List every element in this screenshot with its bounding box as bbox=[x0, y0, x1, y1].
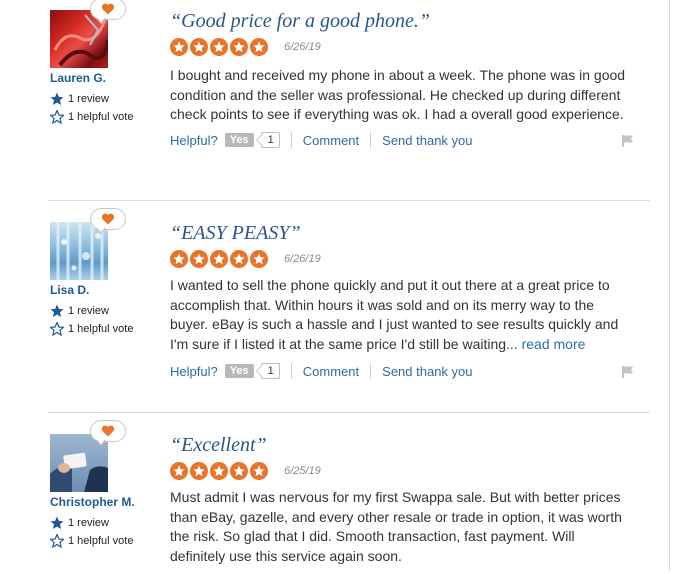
star-icon bbox=[50, 516, 64, 529]
helpful-vote-label: 1 helpful vote bbox=[68, 534, 134, 547]
helpful-yes-button[interactable]: Yes bbox=[224, 133, 254, 147]
heart-icon bbox=[101, 3, 115, 15]
rating-star-icon bbox=[230, 462, 248, 480]
rating-star-icon bbox=[210, 38, 228, 56]
rating-star-icon bbox=[250, 462, 268, 480]
review-count-label: 1 review bbox=[68, 516, 109, 529]
review-count: 1 review bbox=[50, 304, 109, 318]
review-count-label: 1 review bbox=[68, 304, 109, 317]
helpful-vote-label: 1 helpful vote bbox=[68, 322, 134, 335]
review-card: Christopher M. 1 review 1 helpful vote “… bbox=[0, 420, 660, 574]
rating-star-icon bbox=[250, 250, 268, 268]
helpful-vote-count: 1 helpful vote bbox=[48, 108, 134, 125]
divider bbox=[290, 363, 292, 379]
review-date: 6/26/19 bbox=[284, 41, 321, 53]
star-rating bbox=[170, 462, 270, 480]
review-body-text: Must admit I was nervous for my first Sw… bbox=[170, 489, 622, 564]
rating-star-icon bbox=[210, 250, 228, 268]
flag-icon[interactable] bbox=[621, 365, 635, 379]
reviewer-name[interactable]: Lauren G. bbox=[50, 71, 106, 85]
heart-icon bbox=[101, 213, 115, 225]
review-card: Lauren G. 1 review 1 helpful vote “Good … bbox=[0, 0, 660, 190]
helpful-vote-label: 1 helpful vote bbox=[68, 110, 134, 123]
bubble-tail bbox=[97, 17, 105, 22]
comment-link[interactable]: Comment bbox=[303, 133, 359, 148]
review-title: “Good price for a good phone.” bbox=[170, 10, 430, 32]
rating-star-icon bbox=[170, 250, 188, 268]
divider bbox=[370, 363, 372, 379]
review-count-label: 1 review bbox=[68, 92, 109, 105]
review-divider bbox=[48, 412, 650, 413]
review-card: Lisa D. 1 review 1 helpful vote “EASY PE… bbox=[0, 208, 660, 402]
star-icon bbox=[50, 304, 64, 317]
review-date: 6/25/19 bbox=[284, 465, 321, 477]
helpful-yes-button[interactable]: Yes bbox=[224, 364, 254, 378]
bubble-tail bbox=[97, 439, 105, 444]
review-body: I bought and received my phone in about … bbox=[170, 66, 630, 125]
review-title: “EASY PEASY” bbox=[170, 222, 301, 244]
reviewer-name[interactable]: Lisa D. bbox=[50, 283, 89, 297]
rating-star-icon bbox=[190, 462, 208, 480]
star-rating bbox=[170, 250, 270, 268]
bubble-tail bbox=[97, 227, 105, 232]
review-count: 1 review bbox=[50, 516, 109, 530]
review-body: Must admit I was nervous for my first Sw… bbox=[170, 488, 630, 566]
comment-link[interactable]: Comment bbox=[303, 364, 359, 379]
divider bbox=[290, 132, 292, 148]
star-icon bbox=[50, 92, 64, 105]
star-outline-icon bbox=[48, 108, 66, 125]
rating-star-icon bbox=[190, 38, 208, 56]
send-thank-you-link[interactable]: Send thank you bbox=[382, 133, 472, 148]
rating-star-icon bbox=[170, 38, 188, 56]
rating-star-icon bbox=[230, 38, 248, 56]
helpful-vote-count: 1 helpful vote bbox=[48, 320, 134, 337]
review-actions: Helpful? Yes 1 Comment Send thank you bbox=[170, 132, 473, 148]
review-count: 1 review bbox=[50, 92, 109, 106]
like-bubble[interactable] bbox=[90, 0, 126, 20]
heart-icon bbox=[101, 425, 115, 437]
helpful-label: Helpful? bbox=[170, 132, 218, 148]
reviewer-name[interactable]: Christopher M. bbox=[50, 495, 135, 509]
rating-star-icon bbox=[190, 250, 208, 268]
review-body-text: I bought and received my phone in about … bbox=[170, 67, 626, 122]
divider bbox=[370, 132, 372, 148]
like-bubble[interactable] bbox=[90, 420, 126, 442]
review-body: I wanted to sell the phone quickly and p… bbox=[170, 276, 630, 354]
review-title: “Excellent” bbox=[170, 434, 267, 456]
helpful-vote-count: 1 helpful vote bbox=[48, 532, 134, 549]
rating-star-icon bbox=[250, 38, 268, 56]
star-outline-icon bbox=[48, 532, 66, 549]
rating-star-icon bbox=[170, 462, 188, 480]
send-thank-you-link[interactable]: Send thank you bbox=[382, 364, 472, 379]
review-date: 6/26/19 bbox=[284, 253, 321, 265]
flag-icon[interactable] bbox=[621, 134, 635, 148]
helpful-label: Helpful? bbox=[170, 363, 218, 379]
rating-star-icon bbox=[210, 462, 228, 480]
review-actions: Helpful? Yes 1 Comment Send thank you bbox=[170, 363, 473, 379]
helpful-yes-count: 1 bbox=[255, 132, 280, 148]
review-divider bbox=[48, 200, 650, 201]
page-right-border bbox=[669, 0, 670, 571]
read-more-link[interactable]: read more bbox=[522, 336, 586, 352]
like-bubble[interactable] bbox=[90, 208, 126, 230]
star-rating bbox=[170, 38, 270, 56]
star-outline-icon bbox=[48, 320, 66, 337]
helpful-yes-count: 1 bbox=[255, 363, 280, 379]
rating-star-icon bbox=[230, 250, 248, 268]
